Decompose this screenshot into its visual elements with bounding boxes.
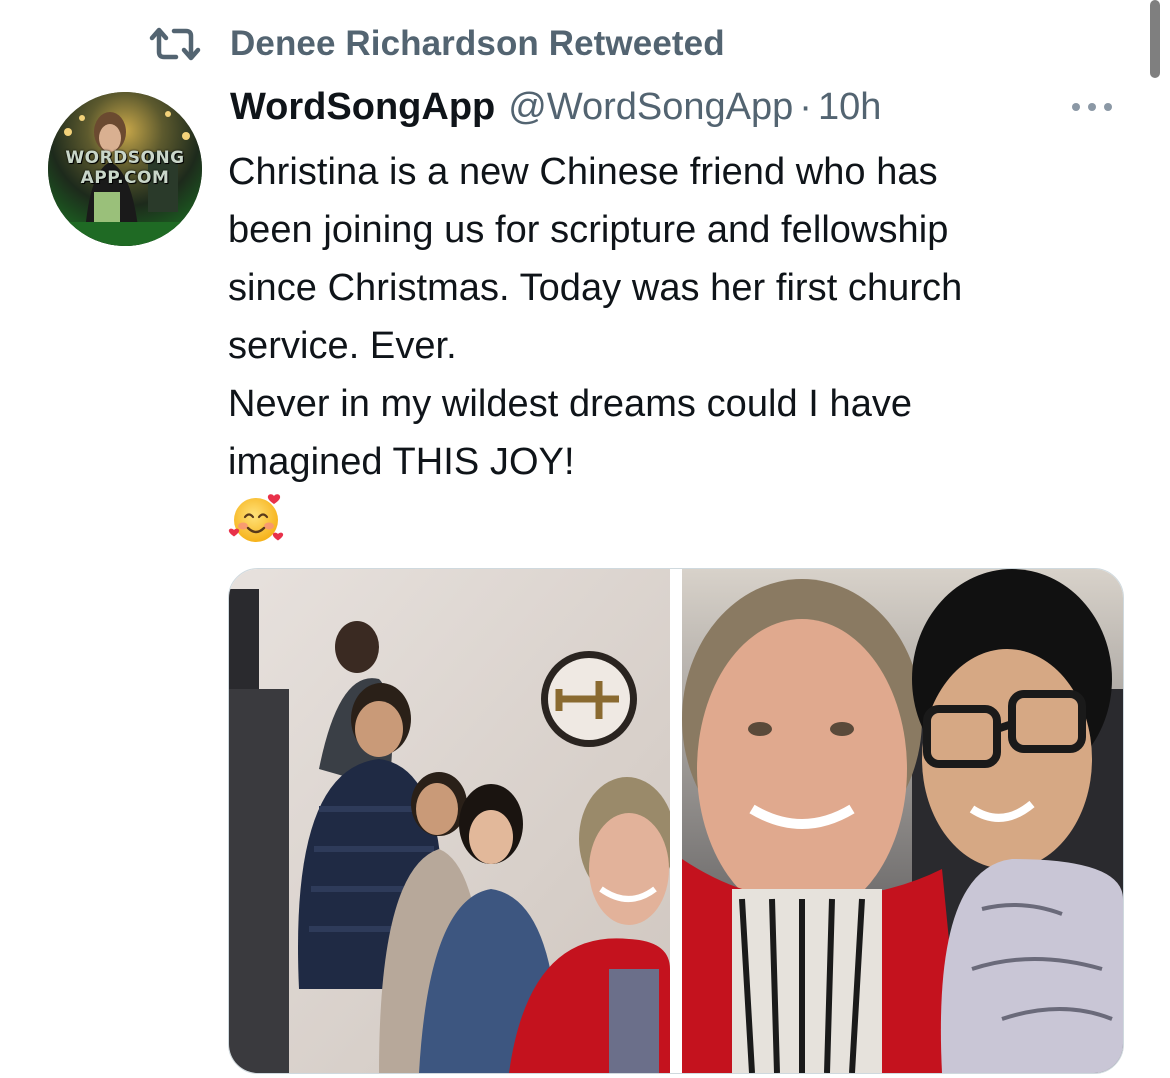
- tweet-text-line: since Christmas. Today was her first chu…: [228, 267, 963, 309]
- tweet-text-line: imagined THIS JOY!: [228, 441, 575, 483]
- tweet-text-line: Christina is a new Chinese friend who ha…: [228, 151, 938, 193]
- tweet-timestamp[interactable]: 10h: [818, 86, 881, 129]
- retweeted-by-label: Denee Richardson Retweeted: [230, 24, 725, 63]
- tweet-text-line: Never in my wildest dreams could I have: [228, 383, 913, 425]
- tweet-photo-1[interactable]: [229, 569, 670, 1073]
- avatar-watermark-line2: APP.COM: [80, 168, 170, 188]
- tweet-text: Christina is a new Chinese friend who ha…: [228, 143, 1128, 491]
- tweet-media-grid: [228, 568, 1124, 1074]
- tweet-text-line: been joining us for scripture and fellow…: [228, 209, 949, 251]
- author-handle[interactable]: @WordSongApp: [508, 86, 793, 129]
- author-display-name[interactable]: WordSongApp: [230, 86, 495, 129]
- tweet-header: WordSongApp @WordSongApp · 10h: [230, 86, 881, 136]
- tweet-photo-2[interactable]: [682, 569, 1123, 1073]
- separator-dot: ·: [799, 86, 812, 128]
- avatar-watermark-line1: WORDSONG: [65, 148, 185, 168]
- retweet-context[interactable]: Denee Richardson Retweeted: [146, 22, 725, 66]
- more-horizontal-icon[interactable]: [1070, 100, 1118, 114]
- smiling-face-with-hearts-emoji: [228, 490, 286, 548]
- tweet-text-line: service. Ever.: [228, 325, 457, 367]
- author-avatar[interactable]: WORDSONG APP.COM: [48, 92, 202, 246]
- retweet-icon: [146, 24, 204, 64]
- scrollbar[interactable]: [1150, 0, 1160, 78]
